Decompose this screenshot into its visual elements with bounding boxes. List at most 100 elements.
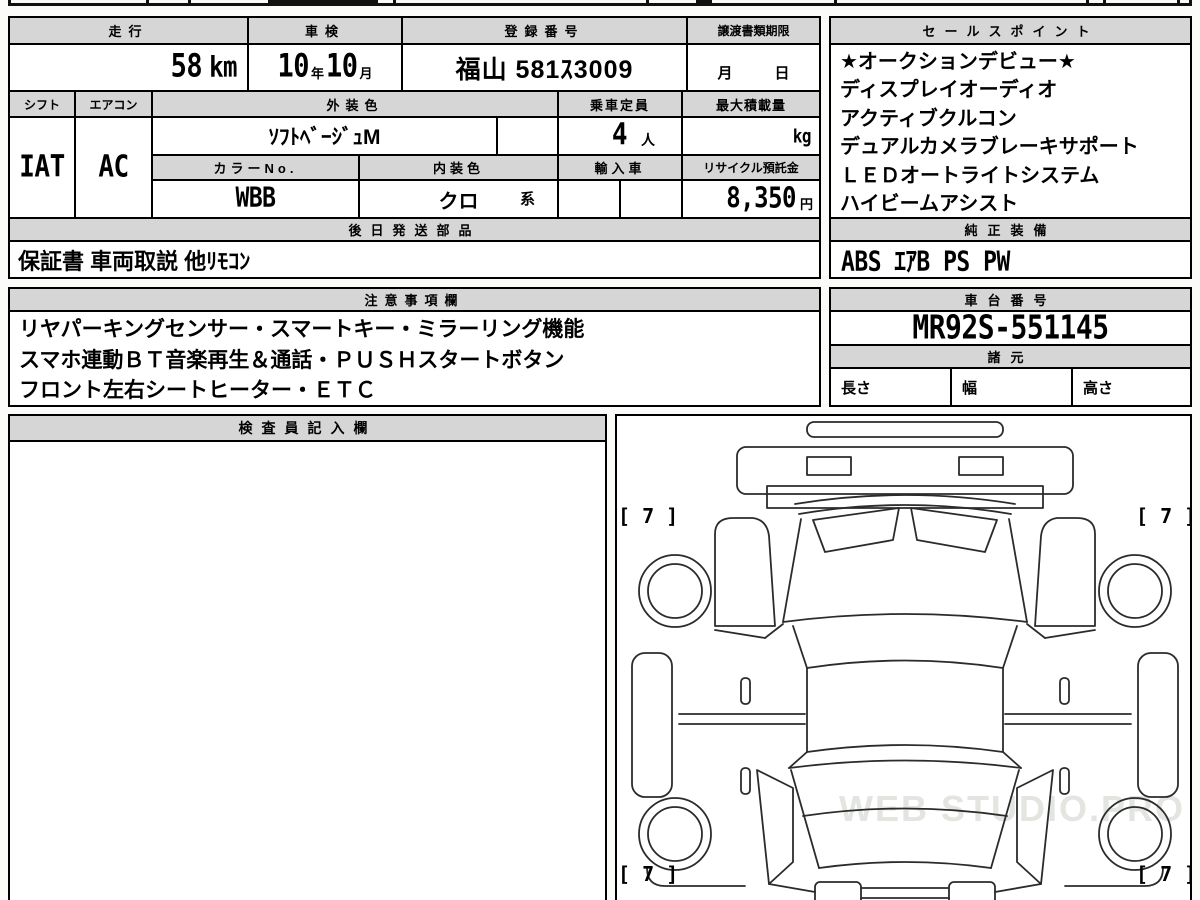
wheel-front-left-shape <box>638 554 712 628</box>
later-parts-label: 後日発送部品 <box>348 223 481 238</box>
import-value-cell <box>557 179 621 219</box>
car-diagram-box: WEB STUDIO.PRO [7] [7] [7] [7] <box>615 414 1192 900</box>
door-handle-front-right-shape <box>1059 677 1070 705</box>
transfer-deadline-value-cell: 月 日 <box>686 43 821 92</box>
door-handle-front-left-shape <box>740 677 751 705</box>
shift-value: IAT <box>19 148 65 185</box>
transfer-deadline-header: 譲渡書類期限 <box>686 16 821 45</box>
capacity-value-cell: 4 人 <box>557 116 683 156</box>
exterior-color-extra-cell <box>496 116 559 156</box>
dimensions-header: 諸元 <box>829 344 1192 369</box>
sales-point-line: ★オークションデビュー★ <box>840 51 1076 73</box>
headlight-left-shape <box>806 456 852 476</box>
door-handle-rear-left-shape <box>740 767 751 795</box>
chassis-no-value: MR92S-551145 <box>912 307 1109 347</box>
grade-mark-front-right: [ 7 ] <box>1136 504 1192 528</box>
max-load-label: 最大積載量 <box>715 97 786 113</box>
genuine-equipment-value: ABS ｴｱB PS PW <box>841 246 1010 278</box>
rocker-left-shape <box>631 652 673 798</box>
mileage-unit: km <box>209 49 237 84</box>
aircon-label: エアコン <box>89 97 138 112</box>
interior-color-header: 内装色 <box>358 154 559 181</box>
inspection-label: 車検 <box>304 24 345 39</box>
genuine-equipment-value-cell: ABS ｴｱB PS PW <box>829 240 1192 279</box>
door-handle-rear-right-shape <box>1059 767 1070 795</box>
import-label: 輸入車 <box>594 161 646 176</box>
capacity-unit: 人 <box>641 132 655 148</box>
shift-header: シフト <box>8 90 76 118</box>
notes-line: スマホ連動ＢＴ音楽再生＆通話・ＰＵＳＨスタートボタン <box>19 348 565 372</box>
inspection-month-suffix: 月 <box>359 65 373 81</box>
recycle-fee-value: 8,350 <box>726 181 796 215</box>
quarter-panel-left-shape <box>756 769 794 885</box>
grade-mark-rear-left: [ 7 ] <box>618 862 679 886</box>
height-label: 高さ <box>1083 379 1114 397</box>
later-parts-header: 後日発送部品 <box>8 217 821 242</box>
notes-header: 注意事項欄 <box>8 287 821 312</box>
interior-color-value-cell: クロ 系 <box>358 179 559 219</box>
chassis-no-value-cell: MR92S-551145 <box>829 307 1192 347</box>
inspector-notes-area <box>8 440 607 900</box>
wheel-rear-left-shape <box>638 797 712 871</box>
mileage-value: 58 <box>170 48 203 85</box>
inspector-label: 検査員記入欄 <box>238 420 377 436</box>
cabin-connector-left-shape <box>792 625 808 669</box>
cabin-rear-arc-shape <box>806 744 1004 753</box>
bumper-left-shape <box>814 881 862 900</box>
wheel-front-right-shape <box>1098 554 1172 628</box>
aircon-value-cell: AC <box>74 116 153 219</box>
aircon-value: AC <box>98 148 129 185</box>
belt-line-right-shape <box>1044 629 1096 639</box>
import-extra-cell <box>619 179 683 219</box>
bumper-corner-left-shape <box>768 883 816 893</box>
exterior-color-header: 外装色 <box>151 90 559 118</box>
chassis-no-label: 車台番号 <box>964 293 1057 308</box>
height-cell: 高さ <box>1071 367 1192 407</box>
notes-line: リヤパーキングセンサー・スマートキー・ミラーリング機能 <box>19 318 585 341</box>
fender-left-shape <box>714 517 776 627</box>
later-parts-value-cell: 保証書 車両取説 他ﾘﾓｺﾝ <box>8 240 821 279</box>
inspection-year: 10 <box>277 48 309 85</box>
gate-side-left-shape <box>790 769 820 869</box>
headlight-right-shape <box>958 456 1004 476</box>
windshield-glass-right-shape <box>910 507 998 553</box>
inspection-value-cell: 10 年 10 月 <box>247 43 403 92</box>
import-header: 輸入車 <box>557 154 683 181</box>
dimensions-label: 諸元 <box>987 350 1034 365</box>
color-no-header: カラーNo. <box>151 154 360 181</box>
notes-line: フロント左右シートヒーター・ＥＴＣ <box>19 379 376 402</box>
sales-point-line: ＬＥＤオートライトシステム <box>840 164 1100 187</box>
notes-body: リヤパーキングセンサー・スマートキー・ミラーリング機能 スマホ連動ＢＴ音楽再生＆… <box>8 310 821 407</box>
inspection-month: 10 <box>326 48 358 85</box>
roof-bar-shape <box>806 421 1004 438</box>
width-label: 幅 <box>962 379 978 397</box>
interior-color-suffix: 系 <box>519 191 535 208</box>
mileage-value-cell: 58 km <box>8 43 249 92</box>
genuine-equipment-label: 純正装備 <box>964 223 1057 238</box>
transfer-day-label: 日 <box>774 65 790 82</box>
gate-side-right-shape <box>990 769 1020 869</box>
auction-sheet: 走行 車検 登録番号 譲渡書類期限 58 km 10 年 10 月 福山 581… <box>0 0 1200 900</box>
exterior-color-label: 外装色 <box>326 97 384 113</box>
gate-mid-arc-shape <box>802 807 1008 817</box>
recycle-fee-value-cell: 8,350 円 <box>681 179 821 219</box>
recycle-fee-header: リサイクル預託金 <box>681 154 821 181</box>
sales-point-line: アクティブクルコン <box>840 107 1017 130</box>
capacity-header: 乗車定員 <box>557 90 683 118</box>
aircon-header: エアコン <box>74 90 153 118</box>
sales-point-line: ハイビームアシスト <box>840 193 1019 216</box>
inspector-header: 検査員記入欄 <box>8 414 607 442</box>
bumper-corner-right-shape <box>994 883 1042 893</box>
gate-bottom-arc-shape <box>818 861 992 869</box>
belt-line-left-shape <box>714 629 766 639</box>
shift-value-cell: IAT <box>8 116 76 219</box>
exterior-color-value: ｿﾌﾄﾍﾞｰｼﾞｭM <box>268 126 381 149</box>
color-no-label: カラーNo. <box>213 161 298 176</box>
cabin-connector-right-shape <box>1002 625 1018 669</box>
later-parts-value: 保証書 車両取説 他ﾘﾓｺﾝ <box>18 248 251 274</box>
mileage-label: 走行 <box>108 24 149 39</box>
quarter-panel-right-shape <box>1016 769 1054 885</box>
sales-points-header: セールスポイント <box>829 16 1192 45</box>
recycle-fee-label: リサイクル預託金 <box>703 161 799 175</box>
sales-point-line: ディスプレイオーディオ <box>840 79 1058 102</box>
